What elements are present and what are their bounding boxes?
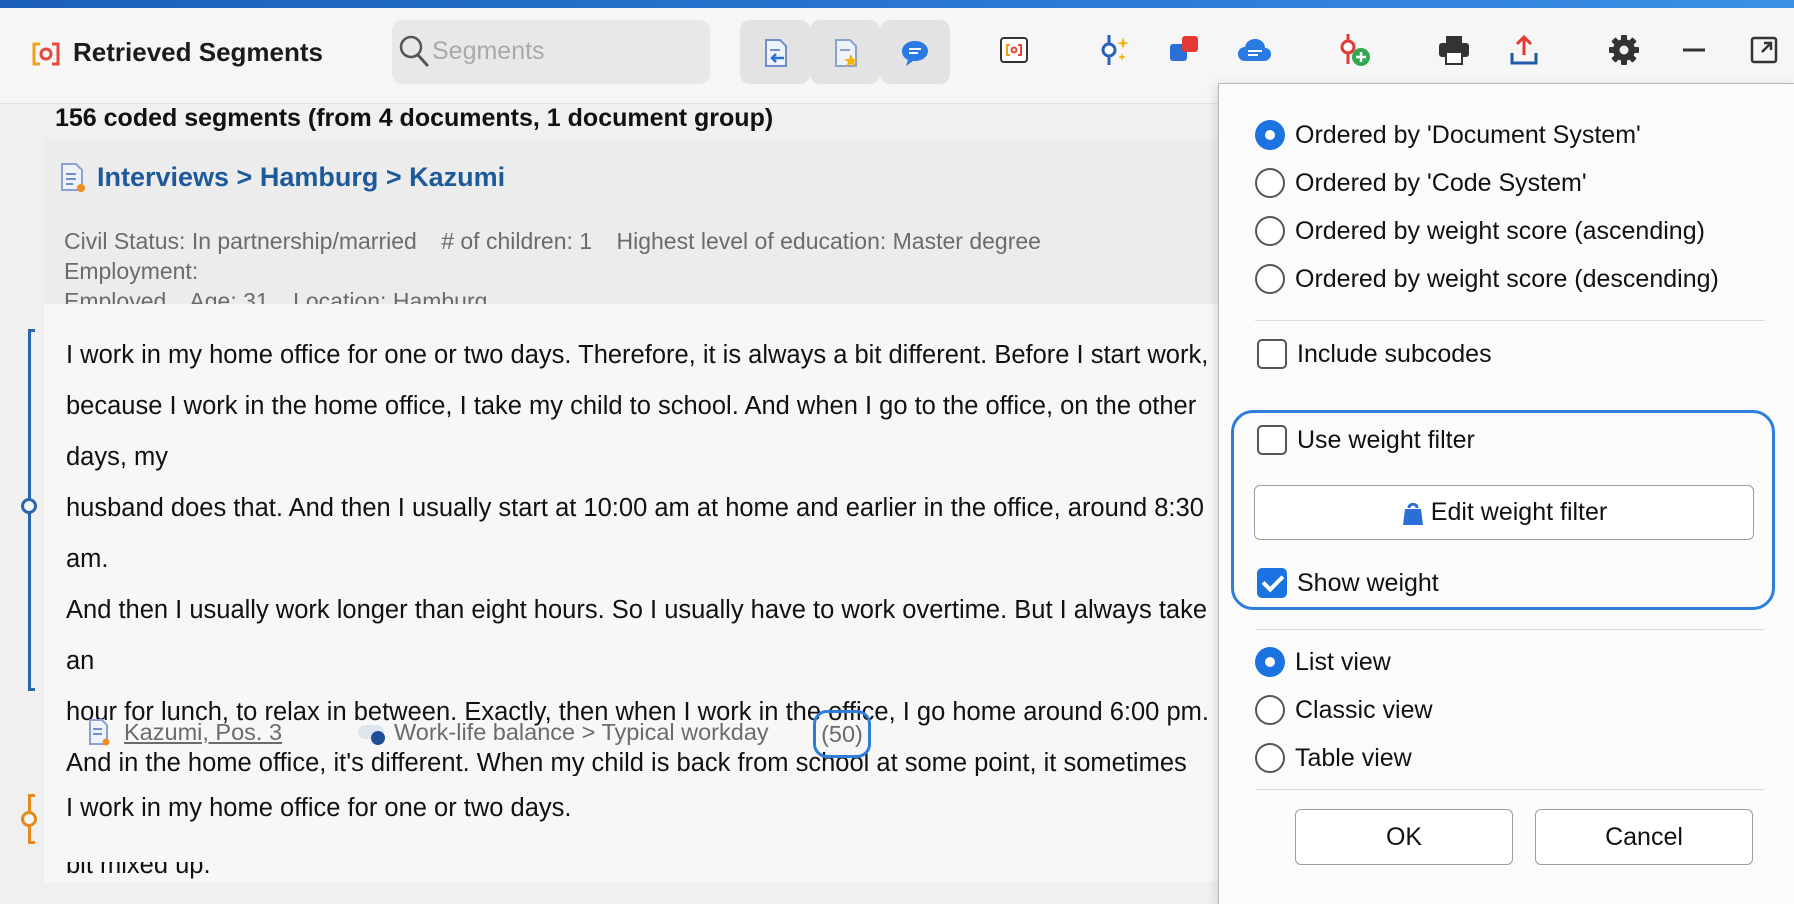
variable-civil-status: Civil Status: In partnership/married [64,228,417,254]
cancel-button[interactable]: Cancel [1535,809,1753,865]
cloud-icon [1238,39,1271,61]
checkbox-unchecked[interactable] [1257,339,1287,369]
comments-icon [902,41,928,66]
cloud-button[interactable] [1234,30,1274,70]
document-icon [61,163,85,192]
segment-source-link[interactable]: Kazumi, Pos. 3 [124,719,282,746]
code-tag-icon [358,725,385,745]
classic-view-radio[interactable]: Classic view [1255,693,1433,727]
code-color-icon [1170,36,1198,61]
use-weight-filter-checkbox[interactable]: Use weight filter [1257,423,1475,457]
activate-documents-button[interactable] [740,20,810,84]
code-color-button[interactable] [1164,30,1204,70]
export-icon [1510,34,1538,65]
undock-icon [1750,36,1778,64]
segment-text: I work in my home office for one or two … [66,794,572,822]
document-small-icon [89,719,110,746]
retrieved-segments-list: 156 coded segments (from 4 documents, 1 … [0,104,1220,904]
separator [1255,789,1765,790]
checkbox-checked[interactable] [1257,568,1287,598]
radio-unselected[interactable] [1255,168,1285,198]
search-input[interactable] [432,34,692,68]
document-variables: Civil Status: In partnership/married # o… [64,226,1214,316]
segment-bracket-dot [21,811,37,827]
include-subcodes-label: Include subcodes [1297,339,1492,368]
segment-bracket-dot [21,498,37,514]
overview-icon [1000,37,1028,63]
order-option-label: Ordered by weight score (descending) [1295,264,1719,293]
export-button[interactable] [1504,30,1544,70]
smart-coding-icon [1101,35,1129,65]
show-weight-checkbox[interactable]: Show weight [1257,566,1439,600]
favorite-segments-button[interactable] [810,20,880,84]
retrieved-segments-app-icon [32,42,60,66]
activate-documents-icon [765,39,787,67]
separator [1255,320,1765,321]
view-option-label: Classic view [1295,695,1433,724]
radio-unselected[interactable] [1255,695,1285,725]
radio-selected[interactable] [1255,120,1285,150]
radio-unselected[interactable] [1255,264,1285,294]
order-code-system-radio[interactable]: Ordered by 'Code System' [1255,166,1587,200]
variable-education: Highest level of education: Master degre… [616,228,1041,254]
include-subcodes-checkbox[interactable]: Include subcodes [1257,337,1492,371]
order-option-label: Ordered by 'Document System' [1295,120,1641,149]
order-document-system-radio[interactable]: Ordered by 'Document System' [1255,118,1641,152]
document-path-link[interactable]: Interviews > Hamburg > Kazumi [97,162,505,193]
order-option-label: Ordered by 'Code System' [1295,168,1587,197]
table-view-radio[interactable]: Table view [1255,741,1412,775]
favorite-segments-icon [835,39,858,67]
minimize-icon [1683,48,1705,52]
view-option-label: List view [1295,647,1391,676]
radio-unselected[interactable] [1255,743,1285,773]
print-icon [1439,36,1469,65]
view-option-label: Table view [1295,743,1412,772]
order-option-label: Ordered by weight score (ascending) [1295,216,1705,245]
settings-popover: Ordered by 'Document System' Ordered by … [1218,83,1794,904]
smart-coding-button[interactable] [1094,30,1134,70]
separator [1255,629,1765,630]
new-code-button[interactable] [1334,30,1374,70]
segment-code-label[interactable]: Work-life balance > Typical workday [394,719,769,746]
settings-icon [1609,35,1639,65]
order-weight-descending-radio[interactable]: Ordered by weight score (descending) [1255,262,1719,296]
window-top-strip [0,0,1794,8]
variable-employment: Employment: [64,258,199,284]
checkbox-unchecked[interactable] [1257,425,1287,455]
settings-button[interactable] [1604,30,1644,70]
edit-weight-filter-label: Edit weight filter [1430,498,1608,526]
variable-children: # of children: 1 [441,228,593,254]
segment-weight-badge: (50) [813,710,871,758]
minimize-button[interactable] [1674,30,1714,70]
undock-button[interactable] [1744,30,1784,70]
radio-unselected[interactable] [1255,216,1285,246]
edit-weight-filter-button[interactable]: Edit weight filter [1254,485,1754,540]
new-code-icon [1340,34,1370,66]
segments-summary: 156 coded segments (from 4 documents, 1 … [55,104,774,132]
show-weight-label: Show weight [1297,568,1439,597]
window-title: Retrieved Segments [73,37,323,67]
search-icon [399,35,429,67]
radio-selected[interactable] [1255,647,1285,677]
weight-icon [1402,502,1423,525]
overview-button[interactable] [994,30,1034,70]
list-view-radio[interactable]: List view [1255,645,1391,679]
use-weight-filter-label: Use weight filter [1297,425,1475,454]
order-weight-ascending-radio[interactable]: Ordered by weight score (ascending) [1255,214,1705,248]
print-button[interactable] [1434,30,1474,70]
comments-button[interactable] [880,20,950,84]
search-box[interactable] [392,20,710,84]
ok-button[interactable]: OK [1295,809,1513,865]
